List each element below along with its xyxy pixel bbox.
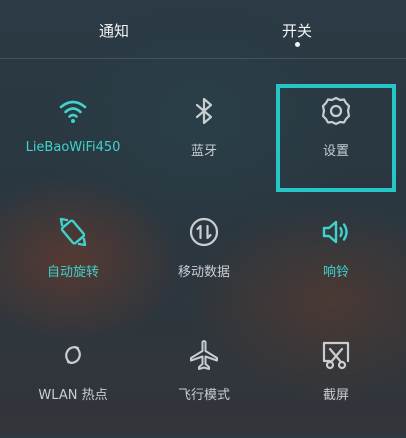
screenshot-label: 截屏 (322, 388, 349, 403)
hotspot-icon (56, 338, 90, 372)
hotspot-toggle[interactable]: WLAN 热点 (13, 338, 133, 438)
bluetooth-icon (187, 94, 221, 128)
auto-rotate-label: 自动旋转 (46, 265, 99, 280)
tab-notifications[interactable]: 通知 (99, 20, 129, 41)
tab-switches[interactable]: 开关 (282, 20, 312, 41)
bluetooth-toggle[interactable]: 蓝牙 (144, 94, 264, 194)
auto-rotate-toggle[interactable]: 自动旋转 (13, 215, 133, 315)
tab-bar: 通知 开关 (0, 0, 406, 60)
ringer-toggle[interactable]: 响铃 (276, 215, 396, 315)
screenshot-tile[interactable]: 截屏 (276, 338, 396, 438)
auto-rotate-icon (56, 215, 90, 249)
speaker-icon (319, 215, 353, 249)
screenshot-icon (319, 338, 353, 372)
hotspot-label: WLAN 热点 (38, 388, 108, 403)
settings-highlight-box (276, 84, 396, 192)
airplane-icon (187, 338, 221, 372)
divider (0, 58, 406, 59)
mobile-data-toggle[interactable]: 移动数据 (144, 215, 264, 315)
wifi-icon (56, 94, 90, 128)
mobile-data-icon (187, 215, 221, 249)
wifi-toggle[interactable]: LieBaoWiFi450 (13, 94, 133, 194)
wifi-label: LieBaoWiFi450 (25, 140, 121, 155)
active-tab-indicator (295, 42, 300, 47)
airplane-mode-toggle[interactable]: 飞行模式 (144, 338, 264, 438)
bluetooth-label: 蓝牙 (190, 144, 217, 159)
ringer-label: 响铃 (322, 265, 349, 280)
airplane-mode-label: 飞行模式 (177, 388, 230, 403)
mobile-data-label: 移动数据 (177, 265, 230, 280)
